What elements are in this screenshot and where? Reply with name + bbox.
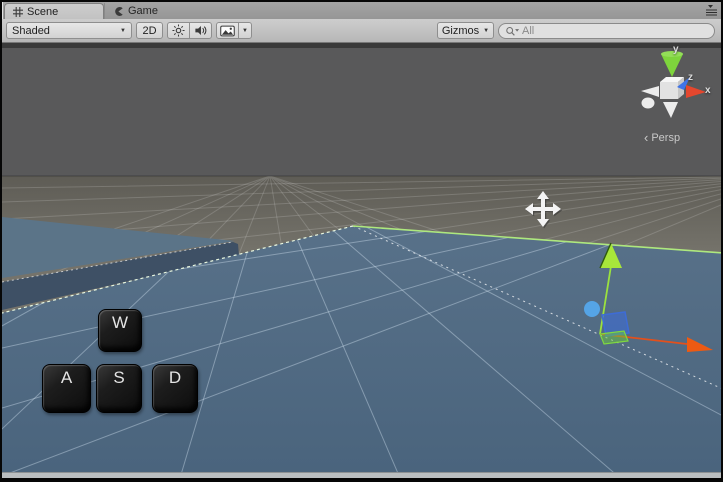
chevron-down-icon: ▼ xyxy=(483,28,489,34)
effects-dropdown-arrow[interactable]: ▼ xyxy=(238,22,252,39)
viewport-top-shadow xyxy=(2,43,721,48)
sphere-handle-icon[interactable] xyxy=(584,301,600,317)
image-icon xyxy=(220,25,235,37)
persp-label[interactable]: ‹ Persp xyxy=(644,131,680,144)
scene-toolbar: Shaded ▼ 2D xyxy=(2,19,721,43)
window-frame-edge xyxy=(2,478,721,480)
key-w-label: W xyxy=(112,313,128,333)
search-input[interactable] xyxy=(522,25,682,37)
grid-icon xyxy=(13,7,23,17)
effects-toggle-button[interactable] xyxy=(216,22,239,39)
tab-scene-label: Scene xyxy=(27,6,58,18)
chevron-down-icon: ▼ xyxy=(242,28,248,34)
axis-cone-negz[interactable] xyxy=(642,98,655,109)
tab-game[interactable]: Game xyxy=(104,3,200,19)
key-s-label: S xyxy=(113,368,124,388)
key-a[interactable]: A xyxy=(42,364,91,413)
scene-search-field[interactable] xyxy=(498,23,715,39)
lighting-toggle-button[interactable] xyxy=(167,22,190,39)
gizmos-dropdown[interactable]: Gizmos ▼ xyxy=(437,22,494,39)
tab-bar: Scene Game xyxy=(2,2,721,19)
tab-scene[interactable]: Scene xyxy=(4,3,104,19)
chevron-down-icon: ▼ xyxy=(120,28,126,34)
key-w[interactable]: W xyxy=(98,309,142,352)
search-icon xyxy=(505,25,520,37)
2d-toggle-label: 2D xyxy=(142,25,156,37)
2d-toggle-button[interactable]: 2D xyxy=(136,22,163,39)
key-d[interactable]: D xyxy=(152,364,198,413)
tab-game-label: Game xyxy=(128,5,158,17)
key-a-label: A xyxy=(61,368,72,388)
audio-toggle-button[interactable] xyxy=(189,22,212,39)
key-d-label: D xyxy=(169,368,181,388)
gizmo-cube[interactable] xyxy=(660,82,678,99)
scene-view-window: Scene Game Shaded ▼ 2D xyxy=(0,0,723,482)
chevron-left-icon: ‹ xyxy=(644,131,648,144)
speaker-icon xyxy=(194,24,207,37)
gizmos-label: Gizmos xyxy=(442,25,479,37)
shading-mode-label: Shaded xyxy=(12,25,50,37)
shading-mode-dropdown[interactable]: Shaded ▼ xyxy=(6,22,132,39)
sky xyxy=(2,48,721,176)
sun-icon xyxy=(172,24,185,37)
scene-viewport[interactable]: y z x ‹ Persp W A S D xyxy=(2,43,721,472)
key-s[interactable]: S xyxy=(96,364,142,413)
game-icon xyxy=(113,6,124,17)
pane-menu-icon[interactable] xyxy=(704,5,718,16)
plane-handle-xz[interactable] xyxy=(600,331,628,344)
